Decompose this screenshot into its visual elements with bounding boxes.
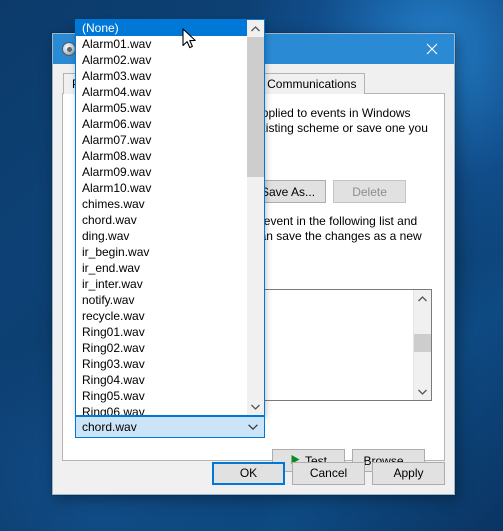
scrollbar-thumb[interactable] bbox=[247, 37, 264, 177]
dropdown-item[interactable]: chord.wav bbox=[76, 212, 247, 228]
apply-button[interactable]: Apply bbox=[372, 461, 445, 485]
scroll-up-icon[interactable] bbox=[247, 20, 264, 37]
dropdown-item[interactable]: Ring06.wav bbox=[76, 404, 247, 415]
desktop-background: Sound Playback Recording Sounds Communic… bbox=[0, 0, 503, 531]
dropdown-item[interactable]: Alarm09.wav bbox=[76, 164, 247, 180]
dropdown-item[interactable]: ir_inter.wav bbox=[76, 276, 247, 292]
sounds-dropdown-popup[interactable]: (None) Alarm01.wav Alarm02.wav Alarm03.wav A… bbox=[75, 19, 265, 416]
dropdown-item[interactable]: Ring03.wav bbox=[76, 356, 247, 372]
dropdown-item[interactable]: Alarm05.wav bbox=[76, 100, 247, 116]
dropdown-item[interactable]: Alarm10.wav bbox=[76, 180, 247, 196]
dropdown-item[interactable]: recycle.wav bbox=[76, 308, 247, 324]
sounds-combobox-value: chord.wav bbox=[82, 420, 137, 434]
dropdown-item[interactable]: Ring05.wav bbox=[76, 388, 247, 404]
dropdown-item[interactable]: (None) bbox=[76, 20, 247, 36]
dropdown-item[interactable]: Ring02.wav bbox=[76, 340, 247, 356]
dropdown-item[interactable]: Ring01.wav bbox=[76, 324, 247, 340]
dropdown-item[interactable]: ir_begin.wav bbox=[76, 244, 247, 260]
sounds-combobox[interactable]: chord.wav bbox=[75, 416, 265, 438]
delete-button: Delete bbox=[333, 180, 407, 203]
dropdown-item[interactable]: Alarm02.wav bbox=[76, 52, 247, 68]
cancel-button[interactable]: Cancel bbox=[292, 461, 365, 485]
dropdown-item[interactable]: chimes.wav bbox=[76, 196, 247, 212]
dropdown-item[interactable]: Alarm01.wav bbox=[76, 36, 247, 52]
dropdown-item[interactable]: notify.wav bbox=[76, 292, 247, 308]
dropdown-item[interactable]: Alarm06.wav bbox=[76, 116, 247, 132]
sounds-dropdown-list[interactable]: (None) Alarm01.wav Alarm02.wav Alarm03.wav A… bbox=[76, 20, 247, 415]
sounds-dropdown-scrollbar[interactable] bbox=[247, 20, 264, 415]
ok-button[interactable]: OK bbox=[212, 461, 285, 485]
chevron-down-icon bbox=[248, 420, 258, 434]
dropdown-item[interactable]: Alarm08.wav bbox=[76, 148, 247, 164]
dropdown-item[interactable]: Alarm07.wav bbox=[76, 132, 247, 148]
scroll-down-icon[interactable] bbox=[414, 383, 431, 400]
dropdown-item[interactable]: Alarm03.wav bbox=[76, 68, 247, 84]
dropdown-item[interactable]: ding.wav bbox=[76, 228, 247, 244]
dropdown-item[interactable]: Ring04.wav bbox=[76, 372, 247, 388]
tab-communications[interactable]: Communications bbox=[258, 73, 366, 94]
scroll-down-icon[interactable] bbox=[247, 398, 264, 415]
dropdown-item[interactable]: ir_end.wav bbox=[76, 260, 247, 276]
dropdown-item[interactable]: Alarm04.wav bbox=[76, 84, 247, 100]
close-icon[interactable] bbox=[410, 34, 454, 64]
scroll-up-icon[interactable] bbox=[414, 290, 431, 307]
dialog-button-bar: OK Cancel Apply bbox=[53, 452, 454, 494]
program-events-scrollbar[interactable] bbox=[413, 290, 431, 400]
scrollbar-thumb[interactable] bbox=[414, 334, 431, 352]
